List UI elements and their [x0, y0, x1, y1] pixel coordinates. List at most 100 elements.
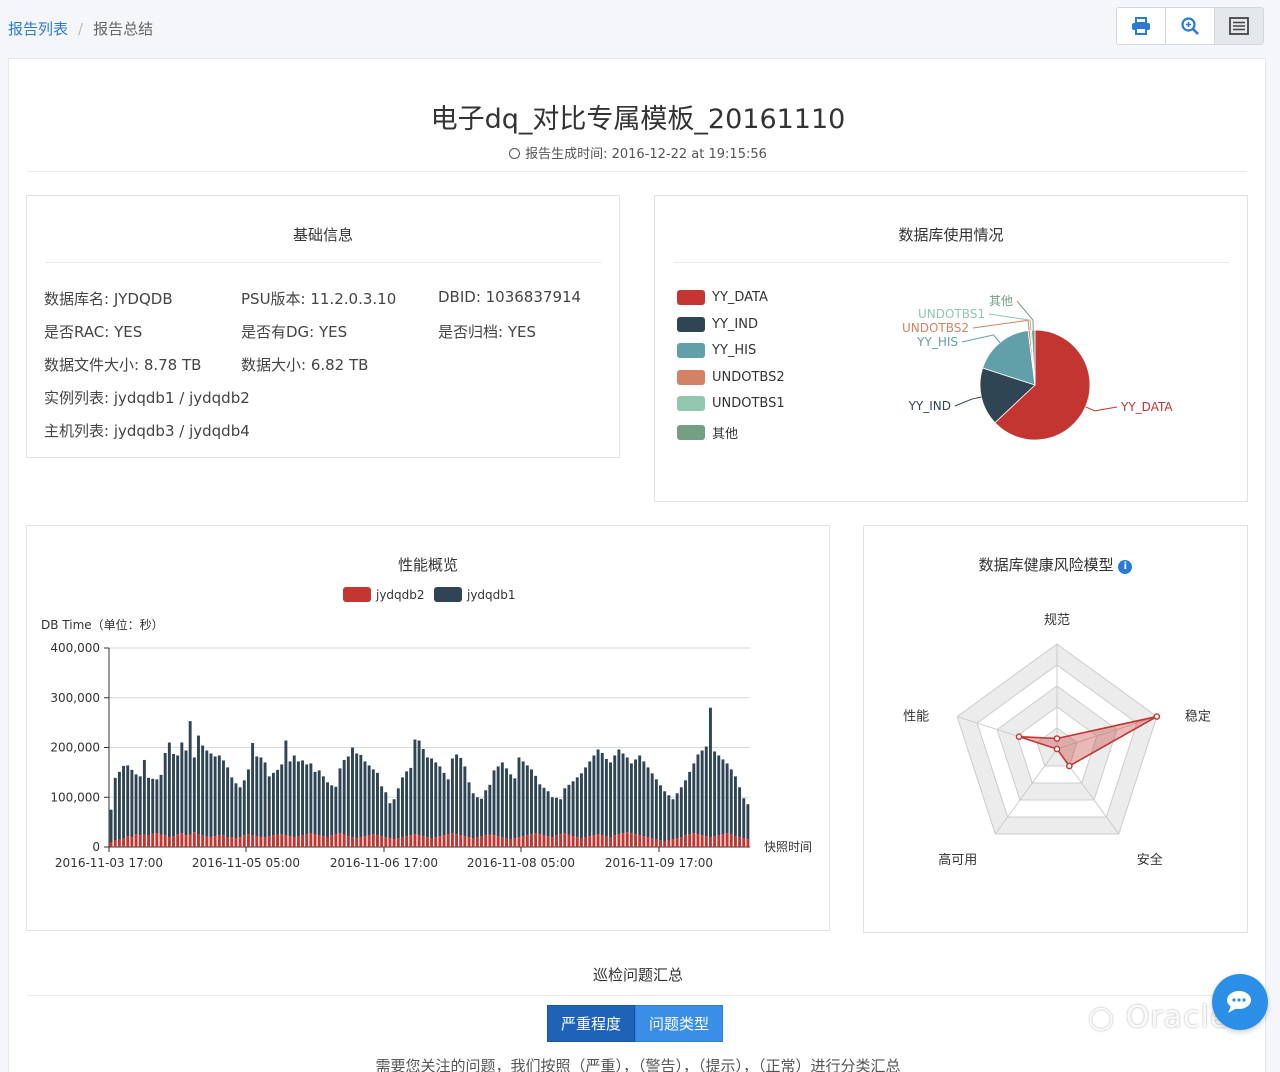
- bar-jydqdb1: [276, 769, 280, 835]
- radar-axis-label: 稳定: [1185, 709, 1211, 725]
- bar-jydqdb1: [521, 761, 525, 837]
- x-tick-label: 2016-11-05 05:00: [192, 856, 300, 870]
- list-view-button[interactable]: [1214, 7, 1264, 45]
- bar-jydqdb1: [713, 751, 717, 837]
- bar-jydqdb1: [167, 742, 171, 838]
- bar-jydqdb2: [317, 835, 321, 847]
- health-radar-chart: 规范稳定安全 高可用 性能: [903, 613, 1211, 868]
- bar-jydqdb1: [679, 787, 683, 838]
- report-card: 电子dq_对比专属模板_20161110 报告生成时间: 2016-12-22 …: [8, 58, 1266, 1072]
- bar-jydqdb1: [413, 739, 417, 835]
- bar-jydqdb1: [563, 788, 567, 834]
- bar-jydqdb1: [721, 759, 725, 835]
- bar-jydqdb2: [371, 834, 375, 847]
- bar-jydqdb1: [305, 764, 309, 835]
- info-rac: 是否RAC: YES: [44, 323, 143, 341]
- tab-severity[interactable]: 严重程度: [547, 1005, 636, 1042]
- bar-jydqdb2: [197, 834, 200, 847]
- breadcrumb-report-list-link[interactable]: 报告列表: [8, 20, 68, 38]
- bar-jydqdb2: [280, 834, 284, 847]
- bar-jydqdb1: [134, 774, 138, 835]
- bar-jydqdb1: [155, 779, 159, 834]
- y-tick-label: 200,000: [50, 741, 100, 755]
- tab-issue-type[interactable]: 问题类型: [635, 1005, 724, 1042]
- health-panel: 数据库健康风险模型 i 规范 稳定 安全 高可用 性能: [863, 525, 1248, 933]
- bar-jydqdb2: [388, 838, 392, 847]
- bar-jydqdb1: [138, 776, 142, 836]
- bar-jydqdb1: [463, 766, 467, 837]
- info-datafile-size: 数据文件大小: 8.78 TB: [44, 356, 202, 374]
- search-zoom-button[interactable]: [1165, 7, 1215, 45]
- bar-jydqdb1: [530, 769, 533, 835]
- bar-jydqdb1: [246, 769, 250, 835]
- bar-legend-label: jydqdb1: [466, 588, 516, 602]
- bar-jydqdb1: [126, 765, 130, 837]
- wechat-icon: ○: [1088, 1000, 1116, 1035]
- pie-label: UNDOTBS2: [902, 321, 969, 335]
- bar-jydqdb1: [267, 776, 271, 837]
- bar-jydqdb1: [409, 767, 413, 836]
- issues-tabs: 严重程度 问题类型: [547, 1005, 724, 1042]
- radar-point: [1053, 735, 1061, 742]
- bar-jydqdb2: [659, 840, 662, 847]
- print-button[interactable]: [1116, 7, 1166, 45]
- bar-jydqdb2: [109, 842, 113, 847]
- bar-jydqdb2: [117, 839, 121, 847]
- bar-jydqdb1: [309, 763, 313, 834]
- bar-jydqdb1: [251, 743, 255, 836]
- pie-label-line: [961, 334, 1001, 343]
- y-tick-label: 400,000: [50, 641, 100, 655]
- bar-jydqdb1: [509, 774, 513, 840]
- generated-text: 报告生成时间: 2016-12-22 at 19:15:56: [525, 147, 767, 162]
- chat-button[interactable]: [1212, 974, 1268, 1030]
- bar-jydqdb1: [696, 754, 700, 835]
- bar-jydqdb1: [271, 772, 275, 836]
- radar-point: [1153, 713, 1161, 720]
- bar-jydqdb1: [446, 779, 450, 835]
- bar-jydqdb1: [629, 763, 633, 834]
- radar-axis-label: 性能: [903, 710, 929, 725]
- x-axis-title: 快照时间: [764, 840, 812, 854]
- bar-jydqdb1: [517, 757, 521, 838]
- bar-jydqdb2: [413, 834, 417, 847]
- bar-jydqdb1: [430, 758, 434, 839]
- bar-jydqdb1: [692, 763, 696, 834]
- bar-jydqdb2: [550, 837, 554, 847]
- bar-jydqdb2: [400, 837, 404, 847]
- bar-jydqdb2: [480, 836, 483, 847]
- bar-jydqdb1: [579, 773, 583, 839]
- radar-point: [1053, 745, 1061, 753]
- pie-label: YY_IND: [908, 399, 951, 413]
- bar-jydqdb1: [496, 766, 500, 837]
- bar-jydqdb1: [654, 779, 658, 840]
- bar-jydqdb1: [425, 757, 429, 838]
- bar-jydqdb2: [567, 834, 571, 847]
- y-axis-title: DB Time（单位：秒）: [41, 617, 164, 632]
- bar-jydqdb1: [596, 749, 600, 835]
- bar-jydqdb1: [746, 804, 750, 840]
- bar-jydqdb2: [180, 833, 184, 847]
- bar-jydqdb2: [201, 835, 205, 847]
- bar-jydqdb2: [538, 834, 542, 847]
- bar-jydqdb2: [438, 836, 442, 847]
- bar-jydqdb1: [109, 809, 113, 843]
- bar-jydqdb2: [351, 837, 354, 847]
- bar-jydqdb1: [388, 803, 392, 839]
- bar-jydqdb1: [396, 788, 400, 839]
- bar-jydqdb1: [342, 759, 346, 835]
- bar-jydqdb2: [205, 836, 209, 847]
- bar-jydqdb2: [692, 833, 696, 847]
- info-instances: 实例列表: jydqdb1 / jydqdb2: [44, 389, 250, 407]
- bar-jydqdb2: [226, 837, 230, 847]
- bar-jydqdb2: [475, 837, 479, 847]
- bar-jydqdb2: [230, 837, 234, 847]
- bar-jydqdb1: [675, 793, 679, 839]
- bar-jydqdb2: [625, 832, 629, 847]
- bar-jydqdb1: [738, 787, 742, 838]
- report-title: 电子dq_对比专属模板_20161110: [430, 104, 846, 135]
- bar-jydqdb2: [713, 836, 717, 847]
- bar-jydqdb1: [263, 762, 267, 838]
- bar-jydqdb2: [596, 834, 600, 847]
- bar-jydqdb2: [113, 840, 117, 847]
- bar-jydqdb2: [305, 834, 309, 847]
